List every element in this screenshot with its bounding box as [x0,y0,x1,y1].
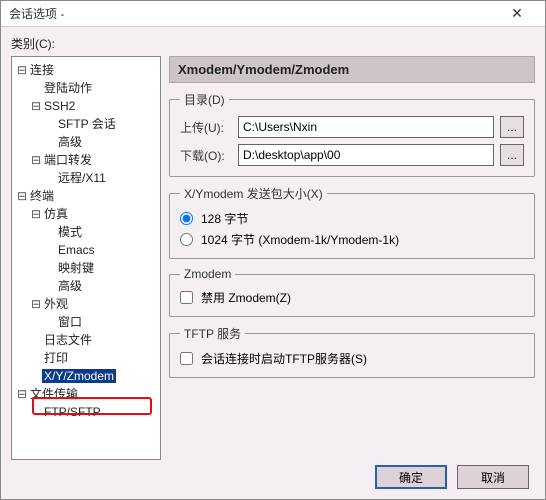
radio-128-input[interactable] [180,212,193,225]
tree-item-window[interactable]: 窗口 [56,315,84,329]
titlebar: 会话选项 - ✕ [1,1,545,27]
tree-item-filetransfer[interactable]: 文件传输 [28,387,80,401]
checkbox-disable-zmodem-input[interactable] [180,291,193,304]
dialog-window: 会话选项 - ✕ 类别(C): ⊟连接 登陆动作 ⊟SSH2 SFTP 会话 高… [0,0,546,500]
checkbox-tftp-startup[interactable]: 会话连接时启动TFTP服务器(S) [180,350,524,367]
checkbox-tftp-startup-label: 会话连接时启动TFTP服务器(S) [201,350,367,367]
radio-1024[interactable]: 1024 字节 (Xmodem-1k/Ymodem-1k) [180,231,524,248]
download-path-input[interactable] [238,144,494,166]
group-zmodem: Zmodem 禁用 Zmodem(Z) [169,267,535,317]
expander-icon[interactable]: ⊟ [30,295,42,313]
checkbox-disable-zmodem[interactable]: 禁用 Zmodem(Z) [180,289,524,306]
group-xymodem: X/Ymodem 发送包大小(X) 128 字节 1024 字节 (Xmodem… [169,185,535,259]
tree-item-appearance[interactable]: 外观 [42,297,70,311]
checkbox-disable-zmodem-label: 禁用 Zmodem(Z) [201,289,291,306]
tree-item-login[interactable]: 登陆动作 [42,81,94,95]
upload-browse-button[interactable]: ... [500,116,524,138]
tree-item-mode[interactable]: 模式 [56,225,84,239]
tree-item-terminal[interactable]: 终端 [28,189,56,203]
category-tree[interactable]: ⊟连接 登陆动作 ⊟SSH2 SFTP 会话 高级 ⊟端口转发 [11,56,161,460]
group-zmodem-legend: Zmodem [180,267,235,281]
tree-item-emulation[interactable]: 仿真 [42,207,70,221]
radio-128-label: 128 字节 [201,210,248,227]
expander-icon[interactable]: ⊟ [30,205,42,223]
expander-icon[interactable]: ⊟ [16,187,28,205]
radio-1024-input[interactable] [180,233,193,246]
upload-path-input[interactable] [238,116,494,138]
group-tftp-legend: TFTP 服务 [180,325,245,342]
expander-icon[interactable]: ⊟ [30,97,42,115]
radio-128[interactable]: 128 字节 [180,210,524,227]
tree-item-term-adv[interactable]: 高级 [56,279,84,293]
tree-item-xyzmodem[interactable]: X/Y/Zmodem [42,369,116,383]
expander-icon[interactable]: ⊟ [16,61,28,79]
cancel-button[interactable]: 取消 [457,465,529,489]
close-icon[interactable]: ✕ [497,5,537,22]
checkbox-tftp-startup-input[interactable] [180,352,193,365]
tree-item-print[interactable]: 打印 [42,351,70,365]
tree-item-remote[interactable]: 远程/X11 [56,171,108,185]
group-tftp: TFTP 服务 会话连接时启动TFTP服务器(S) [169,325,535,378]
category-label: 类别(C): [11,35,535,52]
tree-item-mapkey[interactable]: 映射键 [56,261,96,275]
group-directory: 目录(D) 上传(U): ... 下载(O): ... [169,91,535,177]
group-directory-legend: 目录(D) [180,91,229,108]
tree-item-connection[interactable]: 连接 [28,63,56,77]
ok-button[interactable]: 确定 [375,465,447,489]
window-title: 会话选项 - [9,5,497,22]
expander-icon[interactable]: ⊟ [30,151,42,169]
tree-item-ssh2[interactable]: SSH2 [42,99,77,113]
tree-item-ssh-adv[interactable]: 高级 [56,135,84,149]
expander-icon[interactable]: ⊟ [16,385,28,403]
tree-item-sftp[interactable]: SFTP 会话 [56,117,118,131]
radio-1024-label: 1024 字节 (Xmodem-1k/Ymodem-1k) [201,231,399,248]
group-xymodem-legend: X/Ymodem 发送包大小(X) [180,185,327,202]
page-title: Xmodem/Ymodem/Zmodem [169,56,535,83]
tree-item-portfwd[interactable]: 端口转发 [42,153,94,167]
tree-item-emacs[interactable]: Emacs [56,243,97,257]
upload-label: 上传(U): [180,119,232,136]
download-browse-button[interactable]: ... [500,144,524,166]
tree-item-ftp[interactable]: FTP/SFTP [42,405,103,419]
tree-item-logfile[interactable]: 日志文件 [42,333,94,347]
download-label: 下载(O): [180,147,232,164]
